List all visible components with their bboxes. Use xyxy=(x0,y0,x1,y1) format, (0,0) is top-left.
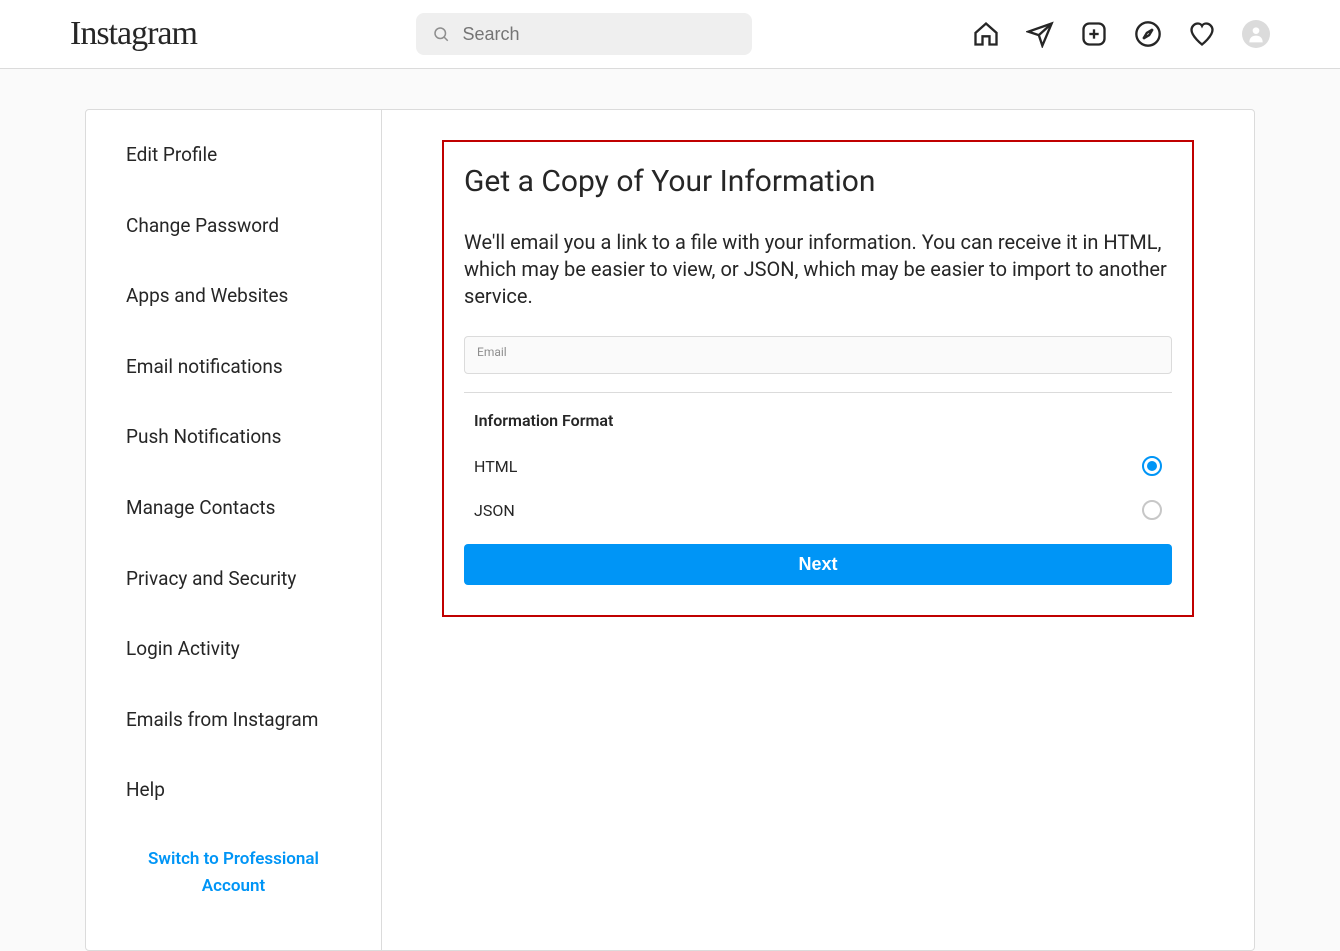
sidebar-item-help[interactable]: Help xyxy=(86,765,381,816)
sidebar-item-login-activity[interactable]: Login Activity xyxy=(86,624,381,675)
activity-icon[interactable] xyxy=(1188,20,1216,48)
search-container xyxy=(416,13,752,55)
search-box[interactable] xyxy=(416,13,752,55)
format-label-html: HTML xyxy=(474,457,517,476)
sidebar-item-email-notifications[interactable]: Email notifications xyxy=(86,342,381,393)
page-title: Get a Copy of Your Information xyxy=(464,164,1172,199)
switch-professional-link[interactable]: Switch to Professional Account xyxy=(86,836,381,910)
sidebar-item-edit-profile[interactable]: Edit Profile xyxy=(86,130,381,181)
next-button[interactable]: Next xyxy=(464,544,1172,585)
page-description: We'll email you a link to a file with yo… xyxy=(464,229,1172,310)
explore-icon[interactable] xyxy=(1134,20,1162,48)
format-heading: Information Format xyxy=(464,411,1172,430)
instagram-logo[interactable]: Instagram xyxy=(70,15,197,53)
format-option-html[interactable]: HTML xyxy=(464,448,1172,492)
settings-sidebar: Edit Profile Change Password Apps and We… xyxy=(86,110,382,950)
radio-html[interactable] xyxy=(1142,456,1162,476)
format-option-json[interactable]: JSON xyxy=(464,492,1172,536)
sidebar-item-push-notifications[interactable]: Push Notifications xyxy=(86,412,381,463)
home-icon[interactable] xyxy=(972,20,1000,48)
email-label: Email xyxy=(477,345,1159,359)
radio-json[interactable] xyxy=(1142,500,1162,520)
profile-avatar[interactable] xyxy=(1242,20,1270,48)
sidebar-item-change-password[interactable]: Change Password xyxy=(86,201,381,252)
main-content: Get a Copy of Your Information We'll ema… xyxy=(382,110,1254,950)
new-post-icon[interactable] xyxy=(1080,20,1108,48)
messages-icon[interactable] xyxy=(1026,20,1054,48)
search-input[interactable] xyxy=(462,24,736,45)
highlighted-section: Get a Copy of Your Information We'll ema… xyxy=(442,140,1194,617)
sidebar-item-manage-contacts[interactable]: Manage Contacts xyxy=(86,483,381,534)
sidebar-item-apps-websites[interactable]: Apps and Websites xyxy=(86,271,381,322)
format-label-json: JSON xyxy=(474,501,515,520)
sidebar-item-privacy-security[interactable]: Privacy and Security xyxy=(86,554,381,605)
settings-container: Edit Profile Change Password Apps and We… xyxy=(85,109,1255,951)
email-field[interactable]: Email xyxy=(464,336,1172,374)
avatar-placeholder-icon xyxy=(1246,24,1266,44)
top-header: Instagram xyxy=(0,0,1340,69)
divider xyxy=(464,392,1172,393)
nav-icons xyxy=(972,20,1270,48)
search-icon xyxy=(432,25,450,43)
sidebar-item-emails-instagram[interactable]: Emails from Instagram xyxy=(86,695,381,746)
